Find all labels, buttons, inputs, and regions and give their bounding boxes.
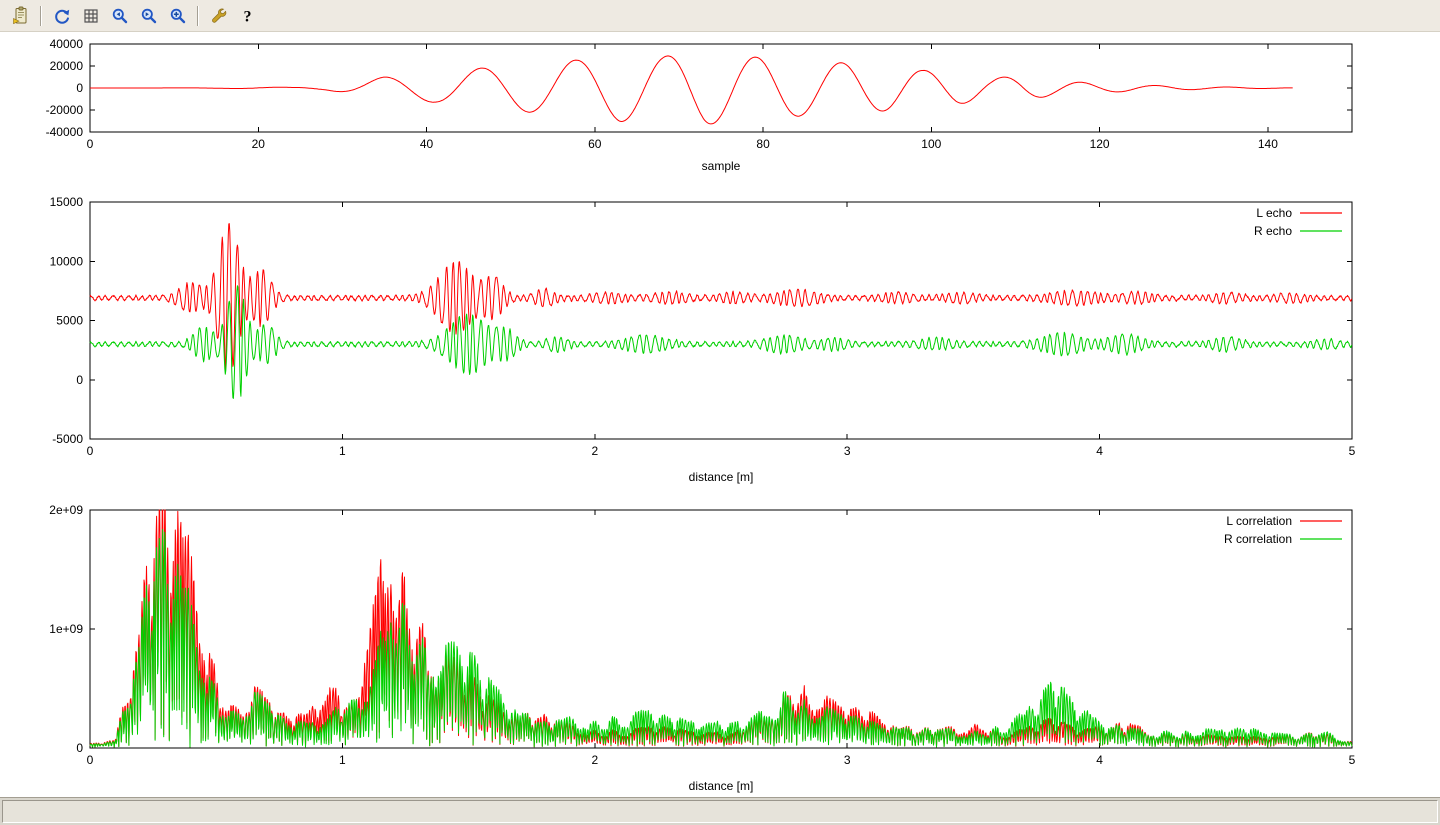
svg-text:-20000: -20000 [46, 103, 84, 117]
refresh-button[interactable] [48, 3, 75, 29]
svg-text:0: 0 [76, 81, 83, 95]
toolbar: ? [0, 0, 1440, 32]
svg-text:100: 100 [921, 137, 941, 151]
svg-text:2: 2 [591, 444, 598, 458]
svg-text:4: 4 [1096, 753, 1103, 767]
svg-text:R correlation: R correlation [1224, 532, 1292, 546]
svg-text:80: 80 [756, 137, 770, 151]
svg-text:0: 0 [87, 444, 94, 458]
help-button[interactable]: ? [234, 3, 261, 29]
svg-text:0: 0 [76, 373, 83, 387]
svg-text:1: 1 [339, 753, 346, 767]
svg-text:L correlation: L correlation [1226, 514, 1292, 528]
svg-text:2e+09: 2e+09 [49, 503, 83, 517]
svg-text:10000: 10000 [50, 254, 84, 268]
svg-text:5: 5 [1349, 444, 1356, 458]
svg-text:3: 3 [844, 444, 851, 458]
svg-text:0: 0 [87, 137, 94, 151]
correlation-plot[interactable]: 0 1 2 3 4 5 0 1e+09 2e+09 distance [m] L correlati… [0, 494, 1440, 797]
svg-text:sample: sample [702, 159, 741, 173]
svg-text:0: 0 [87, 753, 94, 767]
status-text [2, 800, 1438, 823]
svg-text:4: 4 [1096, 444, 1103, 458]
svg-text:distance [m]: distance [m] [689, 470, 754, 484]
config-icon [209, 6, 229, 26]
help-icon: ? [238, 6, 258, 26]
svg-text:distance [m]: distance [m] [689, 779, 754, 793]
zoom-next-icon [139, 6, 159, 26]
svg-text:40000: 40000 [50, 37, 84, 51]
copy-icon [11, 6, 31, 26]
svg-text:5: 5 [1349, 753, 1356, 767]
svg-text:20: 20 [252, 137, 266, 151]
svg-text:120: 120 [1090, 137, 1110, 151]
svg-text:-40000: -40000 [46, 125, 84, 139]
gnuplot-window: ? 020406080100120140-40000-2000002000040… [0, 0, 1440, 825]
svg-text:140: 140 [1258, 137, 1278, 151]
svg-text:1e+09: 1e+09 [49, 622, 83, 636]
svg-text:20000: 20000 [50, 59, 84, 73]
svg-text:2: 2 [591, 753, 598, 767]
grid-button[interactable] [77, 3, 104, 29]
svg-text:0: 0 [76, 741, 83, 755]
svg-text:L echo: L echo [1256, 206, 1292, 220]
toolbar-separator [197, 6, 199, 26]
svg-text:60: 60 [588, 137, 602, 151]
status-bar [0, 797, 1440, 825]
grid-icon [81, 6, 101, 26]
toolbar-separator [40, 6, 42, 26]
zoom-next-button[interactable] [135, 3, 162, 29]
svg-text:1: 1 [339, 444, 346, 458]
svg-text:R echo: R echo [1254, 224, 1292, 238]
zoom-previous-button[interactable] [106, 3, 133, 29]
svg-text:3: 3 [844, 753, 851, 767]
plot-area: 020406080100120140-40000-200000200004000… [0, 32, 1440, 797]
echo-plot[interactable]: 0 1 2 3 4 5 -5000 0 5000 10000 15000 distance [m] L … [0, 192, 1440, 494]
zoom-previous-icon [110, 6, 130, 26]
autoscale-button[interactable] [164, 3, 191, 29]
svg-text:-5000: -5000 [52, 432, 83, 446]
copy-button[interactable] [7, 3, 34, 29]
svg-text:?: ? [243, 8, 251, 25]
autoscale-icon [168, 6, 188, 26]
svg-text:15000: 15000 [50, 195, 84, 209]
svg-text:40: 40 [420, 137, 434, 151]
refresh-icon [52, 6, 72, 26]
config-button[interactable] [205, 3, 232, 29]
waveform-plot[interactable]: 0 20 40 60 80 100 120 140 -40000 -20000 0 20000 4000… [0, 32, 1440, 192]
svg-text:5000: 5000 [56, 314, 83, 328]
